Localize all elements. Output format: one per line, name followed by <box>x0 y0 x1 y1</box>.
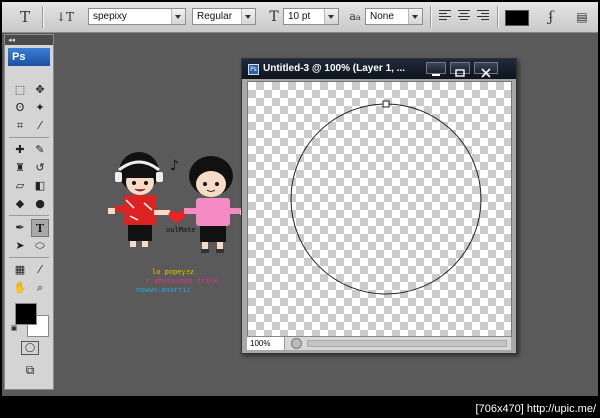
app-badge-label: Ps <box>12 51 26 63</box>
maximize-button[interactable] <box>450 62 470 77</box>
text-color-swatch[interactable] <box>505 10 529 26</box>
watermark: [706x470] http://upic.me/ <box>475 403 596 415</box>
eyedropper-tool-icon[interactable]: ⁄ <box>31 117 49 135</box>
font-size-value: 10 pt <box>288 11 311 22</box>
font-style-value: Regular <box>197 11 233 22</box>
minimize-button[interactable] <box>426 62 446 76</box>
antialias-label-sub: a <box>355 13 361 22</box>
collapse-icon[interactable]: ◂◂ <box>8 36 15 44</box>
screen-mode-icon[interactable]: ⧉ <box>19 361 41 377</box>
app-badge: Ps <box>8 48 50 66</box>
minimize-icon <box>432 74 440 76</box>
separator <box>430 6 432 28</box>
pen-tool-icon[interactable]: ✒ <box>11 219 29 237</box>
paint-bucket-tool-icon[interactable]: ◧ <box>31 177 49 195</box>
font-size-dropdown[interactable]: 10 pt <box>283 8 339 25</box>
font-family-dropdown[interactable]: spepixy <box>88 8 186 25</box>
font-family-value: spepixy <box>93 11 127 22</box>
align-center-icon[interactable] <box>458 10 470 22</box>
text-orientation-icon[interactable]: ↓T <box>56 7 74 27</box>
separator <box>42 6 44 28</box>
antialias-dropdown[interactable]: None <box>365 8 423 25</box>
girl-character <box>108 152 170 247</box>
separator <box>9 215 49 216</box>
align-right-icon[interactable] <box>477 10 489 22</box>
music-note-icon: ♪ <box>170 158 179 174</box>
crop-tool-icon[interactable]: ⌗ <box>11 117 29 135</box>
chevron-down-icon <box>324 9 338 24</box>
eyedropper-sample-tool-icon[interactable]: ⁄ <box>31 261 49 279</box>
chevron-down-icon <box>241 9 255 24</box>
chevron-down-icon <box>171 9 185 24</box>
notes-tool-icon[interactable]: ▦ <box>11 261 29 279</box>
antialias-icon: aa <box>347 7 363 27</box>
healing-brush-tool-icon[interactable]: ✚ <box>11 141 29 159</box>
foreground-color-swatch[interactable] <box>15 303 37 325</box>
options-bar: T ↓T spepixy Regular T 10 pt aa None ʄ ▤ <box>2 2 598 33</box>
horizontal-scrollbar[interactable] <box>307 340 507 347</box>
close-button[interactable] <box>474 62 498 78</box>
document-status-bar: 100% <box>247 336 511 350</box>
blur-tool-icon[interactable]: ◆ <box>11 195 29 213</box>
hand-tool-icon[interactable]: ✋ <box>11 279 29 297</box>
marquee-tool-icon[interactable]: ⬚ <box>11 81 29 99</box>
separator <box>9 257 49 258</box>
doodle-text-3: nowwo-anarric <box>136 286 191 294</box>
document-icon-label: Ps <box>250 66 257 73</box>
font-style-dropdown[interactable]: Regular <box>192 8 256 25</box>
type-tool-icon[interactable]: T <box>16 7 34 27</box>
ellipse-path[interactable] <box>248 82 511 336</box>
maximize-icon <box>455 69 465 77</box>
separator <box>497 6 499 28</box>
illustration-caption: oulMate <box>166 226 196 234</box>
eraser-tool-icon[interactable]: ▱ <box>11 177 29 195</box>
antialias-value: None <box>370 11 394 22</box>
character-panel-icon[interactable]: ▤ <box>574 7 590 27</box>
separator <box>9 137 49 138</box>
document-window[interactable]: Ps Untitled-3 @ 100% (Layer 1, ... 100% <box>241 58 517 354</box>
heart-icon <box>168 210 186 223</box>
doodle-text-1: lo popeyez <box>152 268 195 276</box>
document-title: Untitled-3 @ 100% (Layer 1, ... <box>263 63 406 74</box>
toolbox-header[interactable]: ◂◂ <box>5 35 53 45</box>
path-selection-tool-icon[interactable]: ➤ <box>11 237 29 255</box>
close-icon <box>481 68 491 78</box>
type-tool-icon[interactable]: T <box>31 219 49 237</box>
align-left-icon[interactable] <box>439 10 451 22</box>
document-title-bar[interactable]: Ps Untitled-3 @ 100% (Layer 1, ... <box>242 59 516 79</box>
document-canvas[interactable] <box>247 81 512 337</box>
quick-mask-icon[interactable]: ◯ <box>21 341 39 355</box>
font-size-icon: T <box>269 9 279 25</box>
magic-wand-tool-icon[interactable]: ✦ <box>31 99 49 117</box>
dodge-tool-icon[interactable]: ● <box>31 195 49 213</box>
lasso-tool-icon[interactable]: ʘ <box>11 99 29 117</box>
ellipse-tool-icon[interactable]: ⬭ <box>31 237 49 255</box>
screenshot-frame: T ↓T spepixy Regular T 10 pt aa None ʄ ▤ <box>0 0 600 418</box>
photoshop-window: T ↓T spepixy Regular T 10 pt aa None ʄ ▤ <box>2 2 598 396</box>
default-colors-icon[interactable]: ▣ <box>9 323 19 333</box>
boy-character <box>184 156 248 253</box>
clone-stamp-tool-icon[interactable]: ♜ <box>11 159 29 177</box>
zoom-tool-icon[interactable]: ⌕ <box>31 279 49 297</box>
doodle-text-2: r photoshop trick <box>146 277 218 285</box>
anchor-point[interactable] <box>382 100 390 108</box>
move-tool-icon[interactable]: ✥ <box>31 81 49 99</box>
warp-text-icon[interactable]: ʄ <box>542 7 560 27</box>
history-brush-tool-icon[interactable]: ↺ <box>31 159 49 177</box>
document-icon: Ps <box>248 64 259 75</box>
zoom-level-field[interactable]: 100% <box>247 337 285 350</box>
toolbox: ◂◂ Ps ⬚ ✥ ʘ ✦ ⌗ ⁄ ✚ ✎ ♜ ↺ ▱ ◧ ◆ ● ✒ T ➤ … <box>4 34 54 390</box>
info-menu-icon[interactable] <box>291 338 302 349</box>
brush-tool-icon[interactable]: ✎ <box>31 141 49 159</box>
chevron-down-icon <box>408 9 422 24</box>
